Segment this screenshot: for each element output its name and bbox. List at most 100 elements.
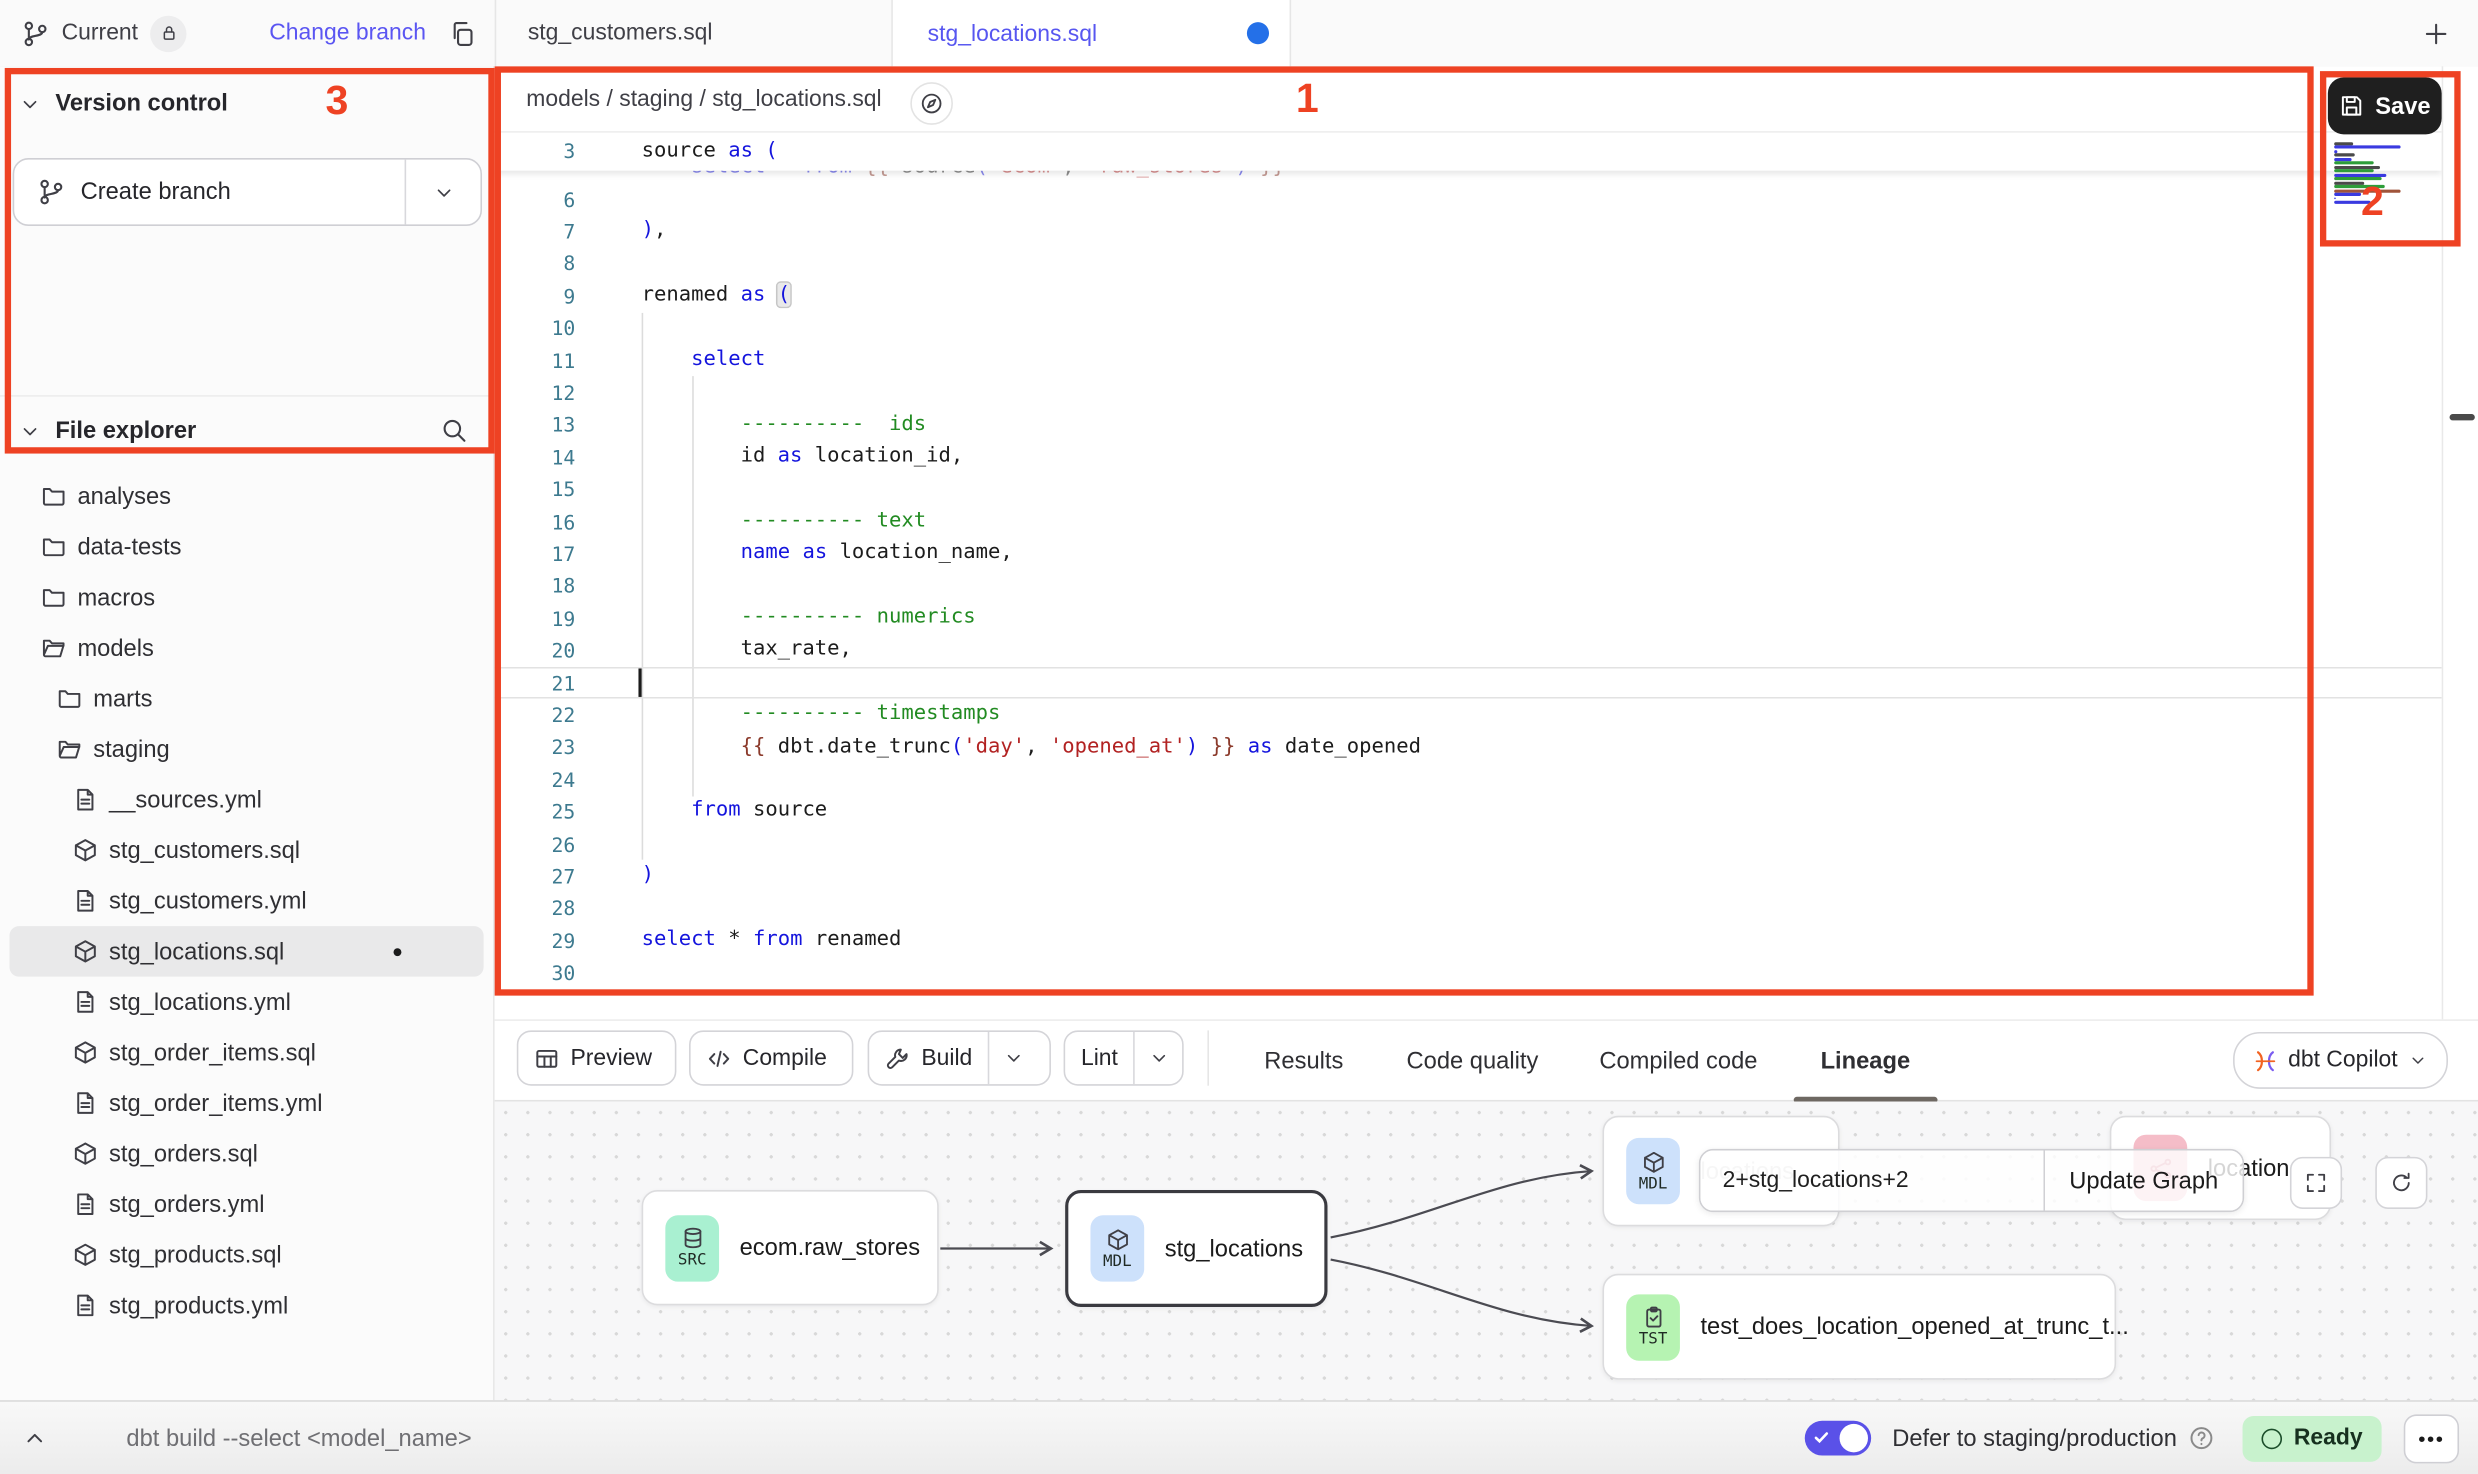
code-line-21[interactable]: 21 bbox=[495, 667, 2442, 699]
tree-item-stg_products.yml[interactable]: stg_products.yml bbox=[0, 1280, 495, 1331]
version-control-header[interactable]: Version control bbox=[19, 90, 228, 117]
lineage-node-stg-locations[interactable]: MDL stg_locations bbox=[1065, 1190, 1327, 1307]
code-line-23[interactable]: 23 {{ dbt.date_trunc('day', 'opened_at')… bbox=[495, 731, 2442, 763]
copilot-compass-chip[interactable] bbox=[910, 82, 953, 125]
tree-item-stg_orders.sql[interactable]: stg_orders.sql bbox=[0, 1128, 495, 1179]
lineage-selector-input[interactable]: 2+stg_locations+2 bbox=[1700, 1151, 2043, 1211]
tree-item-data-tests[interactable]: data-tests bbox=[0, 522, 495, 573]
tree-item-analyses[interactable]: analyses bbox=[0, 471, 495, 522]
minimap-line bbox=[2334, 146, 2400, 149]
help-icon[interactable] bbox=[2190, 1425, 2215, 1450]
code-line-8[interactable]: 8 bbox=[495, 248, 2442, 280]
change-branch-link[interactable]: Change branch bbox=[269, 21, 426, 46]
tab-code-quality[interactable]: Code quality bbox=[1407, 1021, 1539, 1100]
code-line-22[interactable]: 22 ---------- timestamps bbox=[495, 699, 2442, 731]
tree-item-stg_customers.sql[interactable]: stg_customers.sql bbox=[0, 825, 495, 876]
line-number: 21 bbox=[495, 671, 595, 695]
code-line-25[interactable]: 25 from source bbox=[495, 796, 2442, 828]
code-editor[interactable]: 3source as ( select * from {{ source('ec… bbox=[495, 133, 2442, 1020]
create-branch-button[interactable]: Create branch bbox=[13, 158, 482, 226]
fullscreen-button[interactable] bbox=[2290, 1157, 2342, 1209]
tree-item-staging[interactable]: staging bbox=[0, 724, 495, 775]
lint-button[interactable]: Lint bbox=[1064, 1030, 1184, 1085]
line-content: {{ dbt.date_trunc('day', 'opened_at') }}… bbox=[642, 731, 1421, 763]
line-number: 25 bbox=[495, 800, 595, 824]
copy-icon[interactable] bbox=[448, 20, 475, 47]
file-search-button[interactable] bbox=[441, 417, 468, 444]
lineage-node-source[interactable]: SRC ecom.raw_stores bbox=[642, 1190, 939, 1305]
tree-item-stg_products.sql[interactable]: stg_products.sql bbox=[0, 1230, 495, 1281]
lineage-node-test[interactable]: TST test_does_location_opened_at_trunc_t… bbox=[1602, 1274, 2116, 1380]
minimap-line bbox=[2334, 178, 2381, 181]
file-tree: analysesdata-testsmacrosmodelsmartsstagi… bbox=[0, 471, 495, 1331]
tree-item-stg_customers.yml[interactable]: stg_customers.yml bbox=[0, 876, 495, 927]
tree-item-stg_locations.yml[interactable]: stg_locations.yml bbox=[0, 977, 495, 1028]
tab-results[interactable]: Results bbox=[1264, 1021, 1343, 1100]
tab-compiled-code[interactable]: Compiled code bbox=[1599, 1021, 1757, 1100]
code-line-19[interactable]: 19 ---------- numerics bbox=[495, 602, 2442, 634]
defer-label: Defer to staging/production bbox=[1892, 1425, 2177, 1452]
code-line-6[interactable]: 6 bbox=[495, 183, 2442, 215]
update-graph-button[interactable]: Update Graph bbox=[2043, 1151, 2242, 1211]
tree-item-marts[interactable]: marts bbox=[0, 673, 495, 724]
compile-button[interactable]: Compile bbox=[689, 1030, 853, 1085]
chevron-up-icon[interactable] bbox=[22, 1425, 47, 1450]
editor-minimap[interactable] bbox=[2334, 142, 2404, 208]
command-input[interactable]: dbt build --select <model_name> bbox=[126, 1425, 471, 1452]
panel-resize-handle[interactable] bbox=[2450, 414, 2475, 420]
code-line-27[interactable]: 27) bbox=[495, 860, 2442, 892]
tree-item-models[interactable]: models bbox=[0, 623, 495, 674]
code-line-28[interactable]: 28 bbox=[495, 892, 2442, 924]
code-line-5[interactable]: select * from {{ source('ecom', 'raw_sto… bbox=[495, 171, 2442, 184]
line-number: 27 bbox=[495, 864, 595, 888]
code-line-10[interactable]: 10 bbox=[495, 312, 2442, 344]
breadcrumb: models / staging / stg_locations.sql bbox=[526, 86, 881, 111]
preview-button[interactable]: Preview bbox=[517, 1030, 677, 1085]
create-branch-dropdown[interactable] bbox=[405, 160, 481, 225]
code-line-30[interactable]: 30 bbox=[495, 957, 2442, 989]
code-line-26[interactable]: 26 bbox=[495, 828, 2442, 860]
line-number: 9 bbox=[495, 284, 595, 308]
code-line-12[interactable]: 12 bbox=[495, 377, 2442, 409]
code-line-29[interactable]: 29select * from renamed bbox=[495, 924, 2442, 956]
code-line-17[interactable]: 17 name as location_name, bbox=[495, 538, 2442, 570]
copilot-sparkle-icon bbox=[2253, 1049, 2277, 1073]
version-control-title: Version control bbox=[55, 90, 228, 117]
defer-toggle[interactable] bbox=[1805, 1421, 1871, 1456]
save-button[interactable]: Save bbox=[2328, 77, 2442, 134]
tab-stg-locations[interactable]: stg_locations.sql bbox=[893, 0, 1291, 68]
line-number: 18 bbox=[495, 574, 595, 598]
lineage-graph[interactable]: SRC ecom.raw_stores MDL stg_locations MD… bbox=[495, 1102, 2478, 1401]
code-line-15[interactable]: 15 bbox=[495, 473, 2442, 505]
tree-item-stg_orders.yml[interactable]: stg_orders.yml bbox=[0, 1179, 495, 1230]
build-dropdown[interactable] bbox=[988, 1032, 1039, 1084]
tab-stg-customers[interactable]: stg_customers.sql bbox=[495, 0, 893, 66]
compass-icon bbox=[920, 92, 944, 116]
build-button[interactable]: Build bbox=[868, 1030, 1051, 1085]
code-line-16[interactable]: 16 ---------- text bbox=[495, 506, 2442, 538]
file-explorer-header[interactable]: File explorer bbox=[19, 417, 477, 444]
tree-item-stg_order_items.yml[interactable]: stg_order_items.yml bbox=[0, 1078, 495, 1129]
tree-item-stg_locations.sql[interactable]: stg_locations.sql bbox=[9, 926, 483, 977]
tab-lineage[interactable]: Lineage bbox=[1821, 1021, 1911, 1100]
minimap-line bbox=[2334, 197, 2336, 200]
code-line-7[interactable]: 7), bbox=[495, 216, 2442, 248]
code-line-3[interactable]: 3source as ( bbox=[495, 136, 778, 168]
code-line-11[interactable]: 11 select bbox=[495, 344, 2442, 376]
code-line-9[interactable]: 9renamed as ( bbox=[495, 280, 2442, 312]
more-options-button[interactable]: ••• bbox=[2404, 1414, 2459, 1463]
dbt-copilot-button[interactable]: dbt Copilot bbox=[2233, 1032, 2448, 1089]
line-content: tax_rate, bbox=[642, 634, 852, 666]
code-line-20[interactable]: 20 tax_rate, bbox=[495, 634, 2442, 666]
code-line-18[interactable]: 18 bbox=[495, 570, 2442, 602]
tree-item-__sources.yml[interactable]: __sources.yml bbox=[0, 774, 495, 825]
lint-dropdown[interactable] bbox=[1134, 1032, 1185, 1084]
new-tab-button[interactable] bbox=[2412, 9, 2459, 56]
refresh-button[interactable] bbox=[2375, 1157, 2427, 1209]
code-line-13[interactable]: 13 ---------- ids bbox=[495, 409, 2442, 441]
code-line-24[interactable]: 24 bbox=[495, 763, 2442, 795]
code-line-14[interactable]: 14 id as location_id, bbox=[495, 441, 2442, 473]
tree-item-macros[interactable]: macros bbox=[0, 572, 495, 623]
tree-item-stg_order_items.sql[interactable]: stg_order_items.sql bbox=[0, 1027, 495, 1078]
cube-icon bbox=[1641, 1150, 1665, 1174]
